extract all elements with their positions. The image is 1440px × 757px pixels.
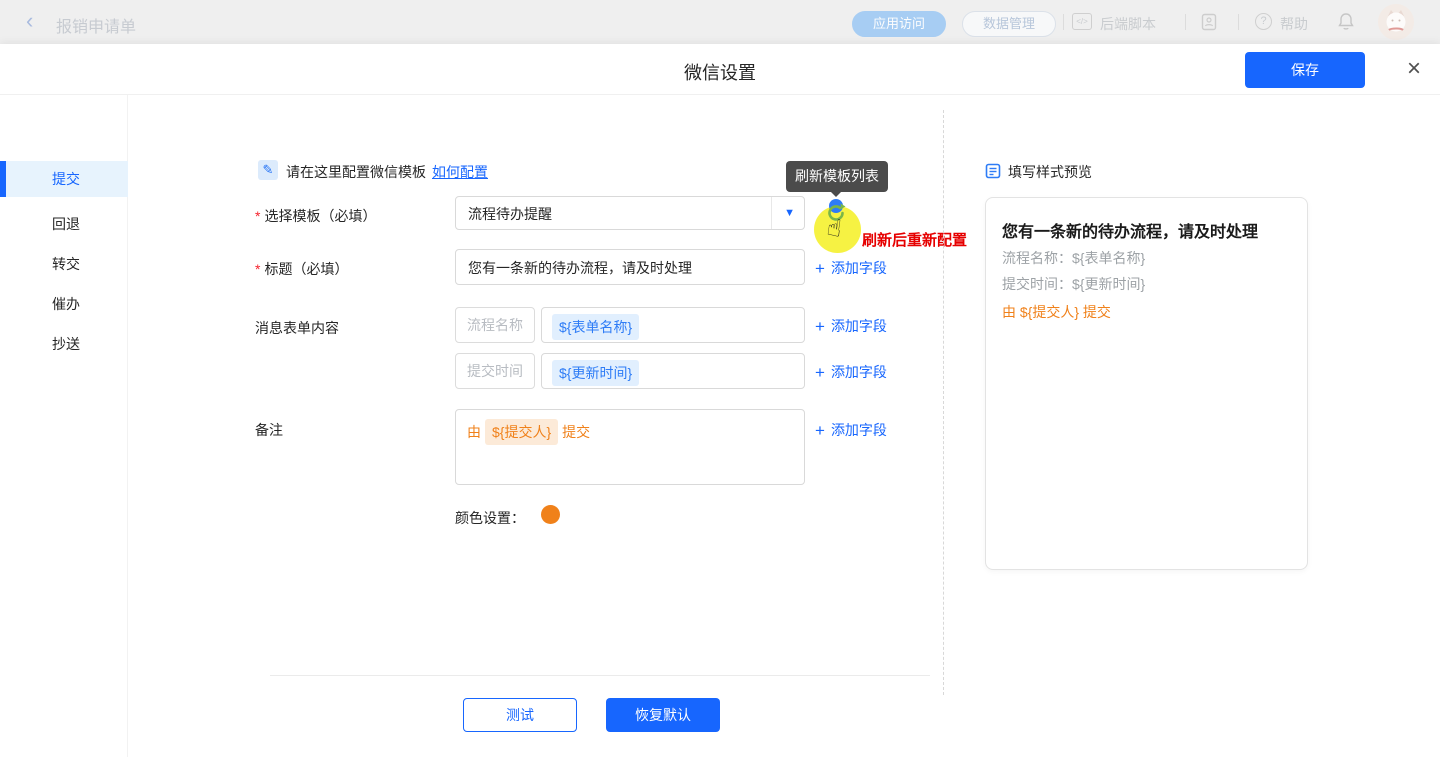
preview-title: 您有一条新的待办流程，请及时处理 (1002, 218, 1292, 242)
content-label: 消息表单内容 (255, 318, 339, 338)
app-root: ‹ 报销申请单 应用访问 数据管理 </> 后端脚本 ? 帮助 (0, 0, 1440, 757)
back-icon[interactable]: ‹ (26, 8, 33, 34)
divider (270, 675, 930, 676)
save-button[interactable]: 保存 (1245, 52, 1365, 88)
preview-line: 流程名称：${表单名称} (1002, 248, 1145, 268)
template-select[interactable]: 流程待办提醒 ▼ (455, 196, 805, 230)
content-row-key[interactable]: 提交时间 (455, 353, 535, 389)
plus-icon: + (815, 363, 825, 382)
sidebar: 提交 回退 转交 催办 抄送 (0, 95, 128, 757)
required-asterisk: * (255, 208, 260, 224)
plus-icon: + (815, 259, 825, 278)
chevron-down-icon[interactable]: ▼ (784, 207, 795, 219)
reset-default-button[interactable]: 恢复默认 (606, 698, 720, 732)
add-field-link-remark[interactable]: +添加字段 (815, 420, 887, 441)
title-label: *标题（必填） (255, 259, 348, 279)
content-row-value[interactable]: ${表单名称} (541, 307, 805, 343)
remark-label: 备注 (255, 420, 283, 440)
how-to-configure-link[interactable]: 如何配置 (432, 162, 488, 182)
config-note: 请在这里配置微信模板 (286, 162, 426, 182)
preview-card: 您有一条新的待办流程，请及时处理 流程名称：${表单名称} 提交时间：${更新时… (985, 197, 1308, 570)
add-field-link-row1[interactable]: +添加字段 (815, 316, 887, 337)
content-row-value[interactable]: ${更新时间} (541, 353, 805, 389)
field-token[interactable]: ${表单名称} (552, 314, 639, 340)
help-button[interactable]: 帮助 (1280, 14, 1308, 34)
add-field-link-row2[interactable]: +添加字段 (815, 362, 887, 383)
bell-icon[interactable] (1337, 12, 1355, 32)
close-icon[interactable]: × (1396, 52, 1432, 88)
topbar-separator (1238, 14, 1239, 30)
contacts-icon[interactable] (1200, 13, 1218, 31)
plus-icon: + (815, 317, 825, 336)
topbar-separator (1063, 14, 1064, 30)
sidebar-item-urge[interactable]: 催办 (0, 286, 128, 322)
sidebar-item-cc[interactable]: 抄送 (0, 326, 128, 362)
divider (943, 110, 944, 695)
wechat-settings-modal: 微信设置 保存 × 提交 回退 转交 催办 抄送 ✎ 请在这里配置微信模板 如何… (0, 44, 1440, 757)
content-row-key[interactable]: 流程名称 (455, 307, 535, 343)
preview-doc-icon (985, 163, 1001, 179)
plus-icon: + (815, 421, 825, 440)
sidebar-item-submit[interactable]: 提交 (0, 161, 128, 197)
pencil-icon: ✎ (258, 160, 278, 180)
template-select-value: 流程待办提醒 (468, 204, 552, 224)
template-label: *选择模板（必填） (255, 206, 376, 226)
preview-footer: 由 ${提交人} 提交 (1002, 302, 1111, 322)
color-swatch[interactable] (541, 505, 560, 524)
add-field-link-title[interactable]: +添加字段 (815, 258, 887, 279)
sidebar-item-rollback[interactable]: 回退 (0, 206, 128, 242)
topbar-separator (1185, 14, 1186, 30)
field-token[interactable]: ${更新时间} (552, 360, 639, 386)
topbar: ‹ 报销申请单 应用访问 数据管理 </> 后端脚本 ? 帮助 (0, 0, 1440, 44)
modal-title: 微信设置 (0, 59, 1440, 85)
modal-header: 微信设置 保存 × (0, 44, 1440, 95)
remark-content: 由${提交人}提交 (467, 419, 590, 445)
avatar[interactable] (1378, 4, 1414, 40)
backend-script-button[interactable]: 后端脚本 (1100, 14, 1156, 34)
breadcrumb-form-title: 报销申请单 (56, 13, 136, 37)
code-icon[interactable]: </> (1072, 13, 1092, 30)
help-icon[interactable]: ? (1255, 13, 1272, 30)
red-annotation-text: 刷新后重新配置 (862, 229, 967, 250)
data-manage-button[interactable]: 数据管理 (962, 11, 1056, 37)
app-access-button[interactable]: 应用访问 (852, 11, 946, 37)
refresh-tooltip: 刷新模板列表 (786, 161, 888, 192)
preview-header: 填写样式预览 (1008, 162, 1092, 182)
select-divider (771, 197, 772, 229)
test-button[interactable]: 测试 (463, 698, 577, 732)
color-label: 颜色设置： (455, 508, 525, 528)
preview-line: 提交时间：${更新时间} (1002, 274, 1145, 294)
title-input[interactable]: 您有一条新的待办流程，请及时处理 (455, 249, 805, 285)
required-asterisk: * (255, 261, 260, 277)
sidebar-item-transfer[interactable]: 转交 (0, 246, 128, 282)
field-token[interactable]: ${提交人} (485, 419, 558, 445)
